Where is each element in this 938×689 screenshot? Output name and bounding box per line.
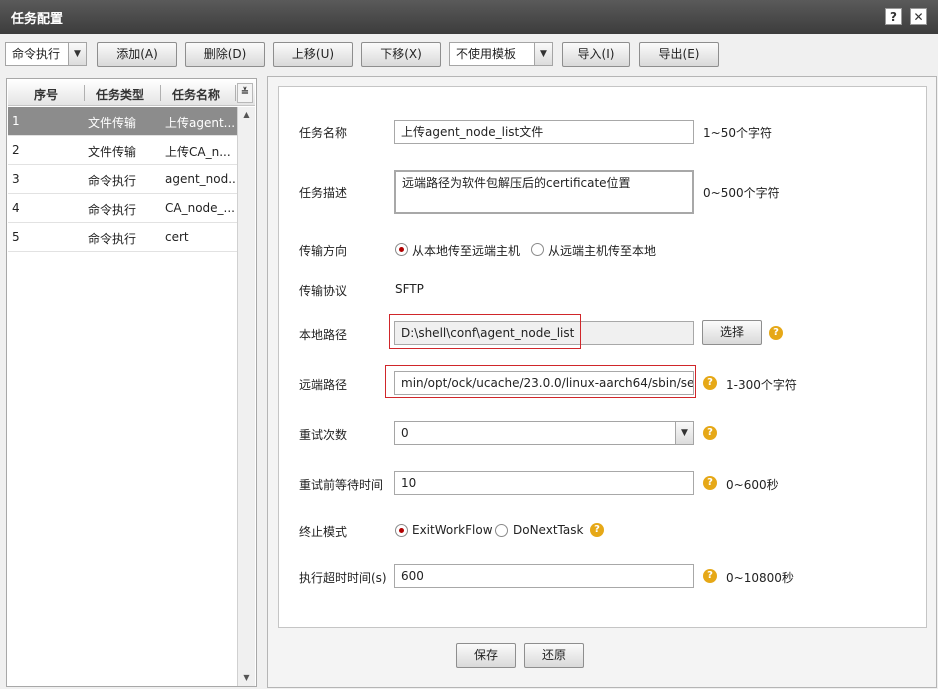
timeout-input[interactable]: 600 [394,564,694,588]
task-name-hint: 1~50个字符 [703,126,772,140]
row-index: 4 [12,201,20,215]
table-row[interactable]: 4 命令执行 CA_node_... [8,194,237,223]
table-row[interactable]: 2 文件传输 上传CA_n... [8,136,237,165]
row-index: 1 [12,114,20,128]
help-icon[interactable]: ? [769,326,783,340]
scroll-up-icon[interactable]: ▲ [238,107,255,123]
choose-file-button[interactable]: 选择 [702,320,762,345]
table-row[interactable]: 5 命令执行 cert [8,223,237,252]
template-select-value: 不使用模板 [456,47,517,61]
stop-mode-option-next: DoNextTask [513,523,584,537]
retry-wait-hint: 0~600秒 [726,478,779,492]
header-divider [235,85,236,101]
row-name: 上传agent... [165,116,236,130]
direction-radio-download[interactable] [531,243,544,256]
row-name: cert [165,230,189,244]
row-index: 5 [12,230,20,244]
task-desc-hint: 0~500个字符 [703,186,780,200]
header-name: 任务名称 [172,88,221,102]
task-desc-textarea[interactable]: 远端路径为软件包解压后的certificate位置 [394,170,694,214]
window-title: 任务配置 [11,12,64,27]
row-type: 命令执行 [88,232,137,246]
protocol-label: 传输协议 [299,284,348,298]
highlight-box [389,314,581,349]
local-path-label: 本地路径 [299,328,348,342]
help-icon[interactable]: ? [590,523,604,537]
task-type-select[interactable]: 命令执行 ▼ [5,42,87,66]
add-button[interactable]: 添加(A) [97,42,177,67]
delete-button[interactable]: 删除(D) [185,42,265,67]
row-type: 命令执行 [88,203,137,217]
chevron-down-icon: ▼ [675,422,693,444]
help-icon[interactable]: ? [885,8,902,25]
row-name: 上传CA_n... [165,145,231,159]
table-row[interactable]: 1 文件传输 上传agent... [8,107,237,136]
task-list-panel: 序号 任务类型 任务名称 ≚ 1 文件传输 上传agent... 2 文件传输 … [6,78,257,687]
retry-wait-input[interactable]: 10 [394,471,694,495]
help-icon[interactable]: ? [703,376,717,390]
help-icon[interactable]: ? [703,476,717,490]
row-type: 文件传输 [88,145,137,159]
save-button[interactable]: 保存 [456,643,516,668]
direction-radio-upload[interactable] [395,243,408,256]
header-type: 任务类型 [96,88,145,102]
task-form [278,86,927,628]
retry-count-label: 重试次数 [299,428,348,442]
stop-mode-label: 终止模式 [299,525,348,539]
header-index: 序号 [34,88,59,102]
export-button[interactable]: 导出(E) [639,42,719,67]
import-button[interactable]: 导入(I) [562,42,630,67]
window-titlebar: 任务配置 ? ✕ [0,0,938,34]
task-name-input[interactable]: 上传agent_node_list文件 [394,120,694,144]
close-icon[interactable]: ✕ [910,8,927,25]
row-type: 文件传输 [88,116,137,130]
scroll-down-icon[interactable]: ▼ [238,670,255,686]
row-index: 3 [12,172,20,186]
highlight-box [385,365,696,398]
header-divider [84,85,85,101]
row-name: agent_nod... [165,172,240,186]
task-desc-label: 任务描述 [299,186,348,200]
row-index: 2 [12,143,20,157]
column-menu-icon[interactable]: ≚ [237,83,253,103]
chevron-down-icon: ▼ [534,43,552,65]
remote-path-hint: 1-300个字符 [726,378,797,392]
direction-option-download: 从远端主机传至本地 [548,244,657,258]
stop-mode-option-exit: ExitWorkFlow [412,523,493,537]
remote-path-label: 远端路径 [299,378,348,392]
move-down-button[interactable]: 下移(X) [361,42,441,67]
task-list-scrollbar[interactable]: ▲ ▼ [237,107,255,686]
stop-mode-radio-next[interactable] [495,524,508,537]
timeout-hint: 0~10800秒 [726,571,794,585]
task-name-label: 任务名称 [299,126,348,140]
retry-count-value: 0 [401,426,409,440]
direction-option-upload: 从本地传至远端主机 [412,244,521,258]
restore-button[interactable]: 还原 [524,643,584,668]
chevron-down-icon: ▼ [68,43,86,65]
header-divider [160,85,161,101]
template-select[interactable]: 不使用模板 ▼ [449,42,553,66]
row-name: CA_node_... [165,201,235,215]
task-table-header: 序号 任务类型 任务名称 ≚ [8,80,255,106]
protocol-value: SFTP [395,282,424,296]
retry-count-select[interactable]: 0 ▼ [394,421,694,445]
timeout-label: 执行超时时间(s) [299,571,387,585]
row-type: 命令执行 [88,174,137,188]
stop-mode-radio-exit[interactable] [395,524,408,537]
toolbar: 命令执行 ▼ 添加(A) 删除(D) 上移(U) 下移(X) 不使用模板 ▼ 导… [0,34,938,74]
retry-wait-label: 重试前等待时间 [299,478,384,492]
direction-label: 传输方向 [299,244,348,258]
help-icon[interactable]: ? [703,426,717,440]
table-row[interactable]: 3 命令执行 agent_nod... [8,165,240,194]
move-up-button[interactable]: 上移(U) [273,42,353,67]
task-type-select-value: 命令执行 [12,47,61,61]
help-icon[interactable]: ? [703,569,717,583]
